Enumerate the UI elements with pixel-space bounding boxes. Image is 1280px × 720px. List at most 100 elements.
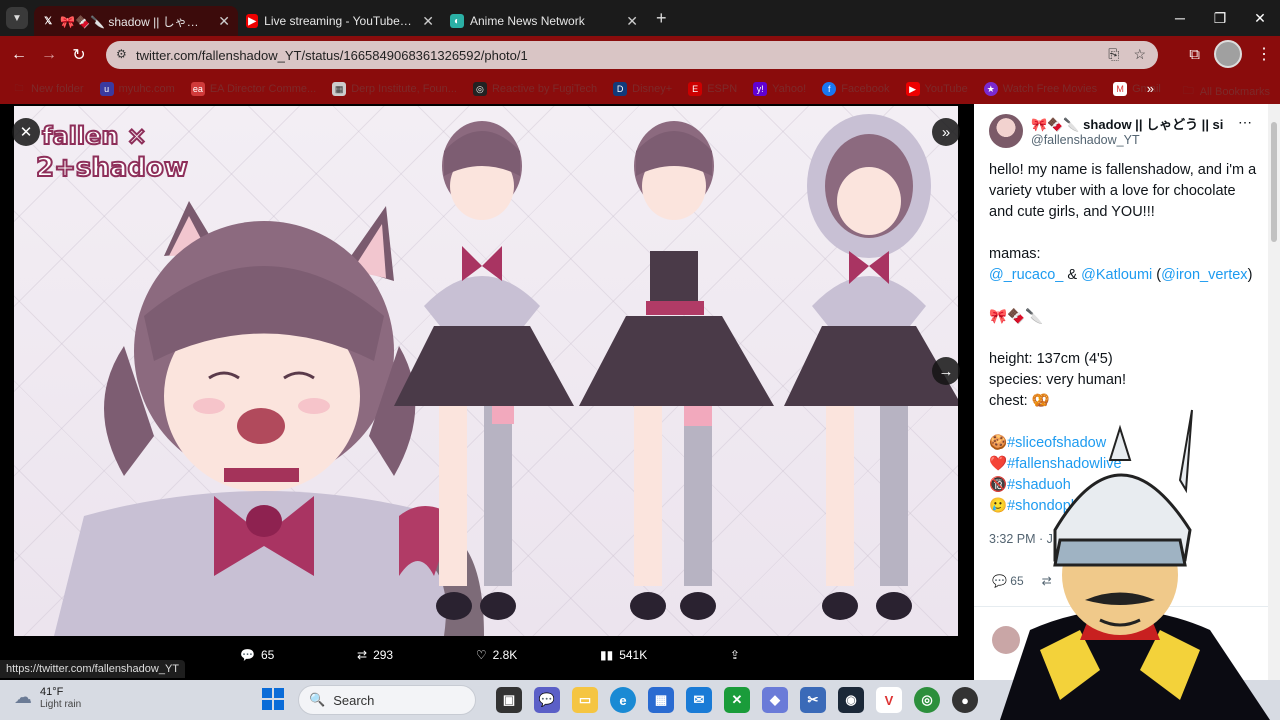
reply-composer[interactable]: Post (992, 626, 1062, 654)
collapse-panel-button[interactable]: » (932, 118, 960, 146)
window-controls: ─ ❐ ✕ (1160, 0, 1280, 36)
repost-icon[interactable]: ⇄ (1042, 574, 1052, 588)
more-options-icon[interactable]: ⋯ (1238, 114, 1252, 131)
bookmark-item[interactable]: E ESPN (688, 82, 737, 96)
author-avatar[interactable] (989, 114, 1023, 148)
mamas-label: mamas: (989, 246, 1041, 262)
taskbar-search[interactable]: 🔍 Search (298, 685, 476, 715)
hashtag-link[interactable]: #fallenshadowlive (1007, 456, 1121, 472)
bookmark-item[interactable]: u myuhc.com (99, 82, 175, 96)
hashtag-link[interactable]: #sliceofshadow (1007, 435, 1106, 451)
file-explorer-icon[interactable]: ▭ (572, 687, 598, 713)
ea-icon: ea (190, 82, 205, 96)
site-info-icon[interactable]: ⚙ (116, 47, 127, 61)
reply-button[interactable]: 💬 65 (240, 648, 274, 662)
bookmark-item[interactable]: ▶ YouTube (905, 82, 968, 96)
minimize-icon[interactable]: ─ (1160, 0, 1200, 36)
weather-widget[interactable]: ☁ 41°F Light rain (14, 685, 81, 710)
photo-action-bar: 💬 65 ⇄ 293 ♡ 2.8K ▮▮ 541K ⇪ (240, 648, 740, 662)
hashtag-link[interactable]: #shaduoh (1007, 477, 1071, 493)
bookmark-item[interactable]: f Facebook (822, 82, 890, 96)
scroll-thumb[interactable] (1271, 122, 1277, 242)
reply-icon: 💬 (992, 574, 1007, 588)
all-bookmarks-button[interactable]: 🗀 All Bookmarks (1183, 82, 1270, 101)
mention-link[interactable]: @iron_vertex (1161, 267, 1247, 283)
hashtag-line: ❤️#fallenshadowlive (989, 456, 1122, 472)
bookmark-item[interactable]: ▦ Derp Institute, Foun... (332, 82, 457, 96)
snipping-tool-icon[interactable]: ✂ (800, 687, 826, 713)
copilot-icon[interactable]: ◆ (762, 687, 788, 713)
gmail-icon: M (1113, 82, 1128, 96)
heart-icon: ♡ (475, 648, 487, 662)
mail-icon[interactable]: ✉ (686, 687, 712, 713)
fallen-shadow-logo: fallen × 2+shadow (28, 114, 189, 192)
maximize-icon[interactable]: ❐ (1200, 0, 1240, 36)
tweet-stats: 💬 65 ⇄ (992, 574, 1052, 588)
bookmark-item[interactable]: D Disney+ (613, 82, 672, 96)
close-viewer-button[interactable]: ✕ (12, 118, 40, 146)
menu-icon[interactable]: ⋮ (1256, 44, 1272, 64)
reply-count[interactable]: 💬 65 (992, 574, 1024, 588)
rain-cloud-icon: ☁ (14, 687, 32, 707)
close-icon[interactable]: ✕ (218, 13, 230, 30)
like-button[interactable]: ♡ 2.8K (476, 648, 517, 662)
tweet-timestamp[interactable]: 3:32 PM · Jun 5, 20 (989, 532, 1098, 546)
bookmark-item[interactable]: ★ Watch Free Movies (983, 82, 1097, 96)
chat-icon[interactable]: 💬 (534, 687, 560, 713)
xbox-icon[interactable]: ✕ (724, 687, 750, 713)
address-bar[interactable]: ⚙ twitter.com/fallenshadow_YT/status/166… (106, 41, 1158, 69)
bookmark-star-icon[interactable]: ☆ (1133, 46, 1146, 63)
reload-button[interactable]: ↻ (64, 40, 94, 70)
folder-icon: 🗀 (14, 83, 24, 93)
tweet-author[interactable]: 🎀🍫🔪 shadow || しゃどう || si @fallenshadow_Y… (989, 114, 1223, 148)
espn-icon: E (688, 82, 703, 96)
forward-button[interactable]: → (34, 40, 64, 70)
extensions-icon[interactable]: ⧉ (1189, 46, 1200, 63)
task-view-icon[interactable]: ▣ (496, 687, 522, 713)
svg-text:fallen ×: fallen × (42, 122, 147, 150)
divider (974, 606, 1280, 607)
mention-link[interactable]: @Katloumi (1081, 267, 1152, 283)
close-window-icon[interactable]: ✕ (1240, 0, 1280, 36)
bookmark-item[interactable]: ea EA Director Comme... (190, 82, 316, 96)
close-icon[interactable]: ✕ (626, 13, 638, 30)
new-tab-button[interactable]: + (656, 8, 667, 29)
bookmarks-bar: 🗀 New folder u myuhc.com ea EA Director Com… (0, 74, 1280, 104)
photo-viewer: fallen × 2+shadow ✕ » → 💬 65 ⇄ 293 ♡ 2.8K ▮… (0, 104, 974, 680)
store-icon[interactable]: ▦ (648, 687, 674, 713)
bookmark-item[interactable]: 🗀 New folder (12, 82, 83, 96)
bookmark-item[interactable]: ◎ Reactive by FugiTech (472, 82, 597, 96)
tab-twitter[interactable]: 𝕏 🎀🍫🔪 shadow || しゃどう || si ✕ (34, 6, 238, 36)
tweet-text: hello! my name is fallenshadow, and i'm … (989, 160, 1261, 517)
valorant-icon[interactable]: V (876, 687, 902, 713)
windows-taskbar: ☁ 41°F Light rain 🔍 Search ▣ 💬 ▭ e ▦ ✉ ✕… (0, 680, 1280, 720)
mention-link[interactable]: @_rucaco_ (989, 267, 1063, 283)
tab-search-button[interactable]: ▼ (6, 7, 28, 29)
bookmark-item[interactable]: y! Yahoo! (753, 82, 806, 96)
mamas-line: @_rucaco_ & @Katloumi (@iron_vertex) (989, 267, 1253, 283)
tab-anime-news-network[interactable]: ◐ Anime News Network ✕ (442, 6, 646, 36)
close-icon[interactable]: ✕ (422, 13, 434, 30)
hashtag-line: 🍪#sliceofshadow (989, 435, 1107, 451)
steam-icon[interactable]: ◉ (838, 687, 864, 713)
views-button[interactable]: ▮▮ 541K (600, 648, 647, 662)
back-button[interactable]: ← (4, 40, 34, 70)
install-app-icon[interactable]: ⎘ (1108, 46, 1119, 63)
tweet-panel: 🎀🍫🔪 shadow || しゃどう || si @fallenshadow_Y… (974, 104, 1280, 680)
share-button[interactable]: ⇪ (730, 648, 740, 662)
more-bookmarks-icon[interactable]: » (1147, 81, 1154, 96)
obs-icon[interactable]: ● (952, 687, 978, 713)
windows-start-icon[interactable] (262, 688, 284, 710)
disney-icon: D (613, 82, 628, 96)
next-image-button[interactable]: → (932, 357, 960, 385)
scrollbar[interactable] (1268, 104, 1280, 680)
hashtag-link[interactable]: #shondophren (1007, 498, 1100, 514)
repost-button[interactable]: ⇄ 293 (357, 648, 393, 662)
chrome-icon[interactable]: ◎ (914, 687, 940, 713)
author-display-name[interactable]: 🎀🍫🔪 shadow || しゃどう || si (1031, 114, 1223, 133)
profile-avatar[interactable] (1214, 40, 1242, 68)
tab-youtube-studio[interactable]: ▶ Live streaming - YouTube Studio ✕ (238, 6, 442, 36)
edge-icon[interactable]: e (610, 687, 636, 713)
x-logo-icon: 𝕏 (44, 15, 53, 27)
author-handle[interactable]: @fallenshadow_YT (1031, 133, 1223, 147)
